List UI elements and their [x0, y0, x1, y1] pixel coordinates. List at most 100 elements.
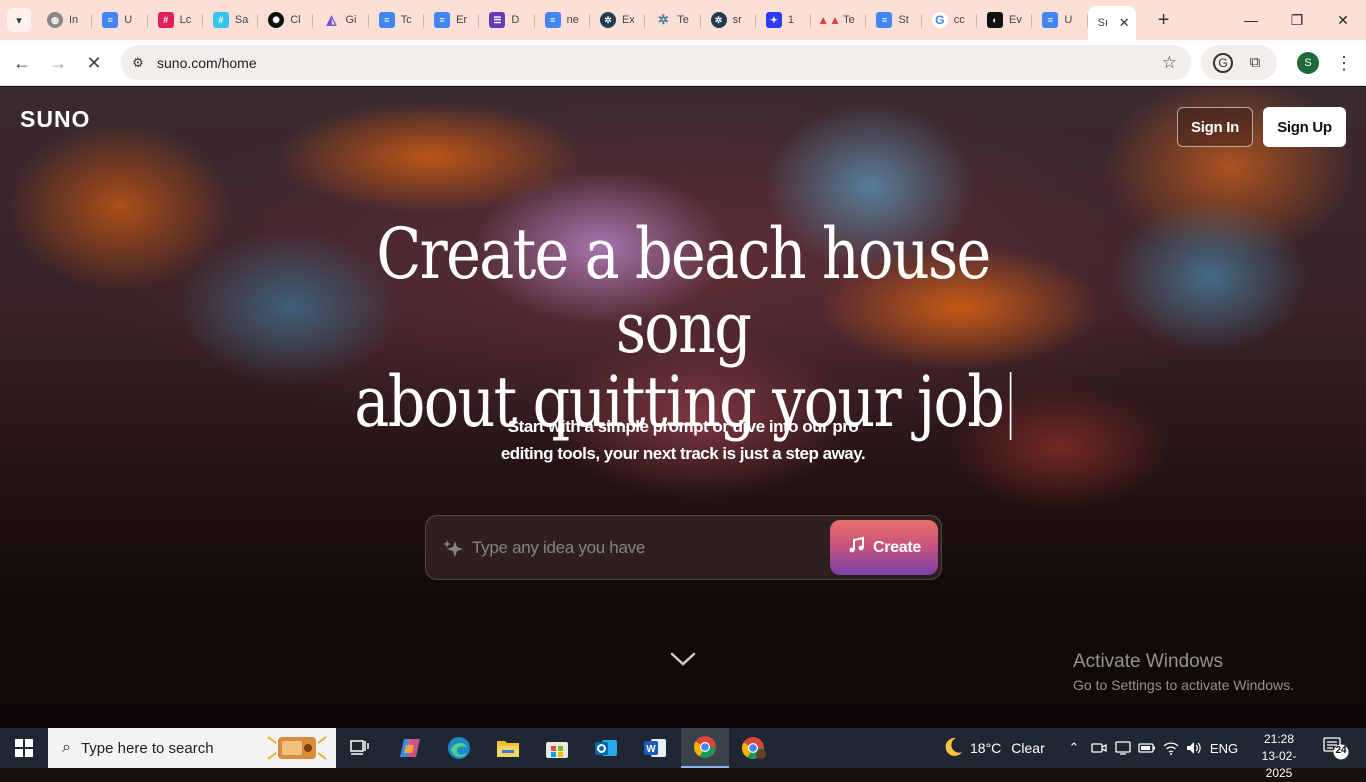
perplexity-icon: ✲: [599, 12, 616, 28]
sign-in-button[interactable]: Sign In: [1177, 107, 1253, 147]
browser-tab-strip: ▾ ◍ In ≡ U # Lc # Sa ✺ Cl ◭ Gi ≡ Tc ≡ Er ☰ D ≡ ne …: [0, 0, 1366, 40]
close-tab-icon[interactable]: ✕: [1119, 15, 1130, 31]
outlook-icon[interactable]: [582, 728, 630, 768]
create-button[interactable]: Create: [830, 520, 938, 575]
tab[interactable]: ≡ St: [866, 6, 922, 34]
tab[interactable]: ≡ U: [1032, 6, 1088, 34]
browser-menu-icon[interactable]: ⋮: [1334, 50, 1354, 76]
restore-icon[interactable]: ❐: [1274, 0, 1320, 40]
google-icon: G: [931, 12, 948, 28]
minimize-icon[interactable]: —: [1228, 0, 1274, 40]
search-icon: ⌕: [62, 739, 71, 756]
tab[interactable]: ◍ In: [37, 6, 93, 34]
extensions-puzzle-icon[interactable]: ⧉: [1245, 53, 1265, 73]
eclipse-icon: ◐: [987, 12, 1004, 28]
sign-up-button[interactable]: Sign Up: [1263, 107, 1346, 147]
scroll-down-chevron-icon[interactable]: [670, 649, 696, 669]
notification-center-icon[interactable]: 24: [1322, 736, 1350, 760]
back-button[interactable]: ←: [5, 46, 39, 80]
radio-widget-icon[interactable]: [264, 731, 330, 765]
clock-date: 13-02-2025: [1261, 749, 1297, 780]
battery-icon[interactable]: [1137, 728, 1157, 768]
suno-home-page: SUNO Sign In Sign Up Create a beach hous…: [0, 87, 1366, 728]
subtext-line-2: editing tools, your next track is just a…: [500, 444, 866, 463]
tab-label: Ev: [1009, 14, 1022, 26]
file-explorer-icon[interactable]: [484, 728, 532, 768]
moon-icon: [942, 736, 964, 761]
song-idea-input[interactable]: [472, 534, 822, 562]
tab-label: In: [69, 14, 79, 26]
new-tab-button[interactable]: +: [1150, 6, 1178, 34]
tab[interactable]: ☰ D: [479, 6, 535, 34]
volume-icon[interactable]: [1184, 728, 1204, 768]
address-bar[interactable]: ⚙ suno.com/home ☆: [121, 45, 1191, 80]
tab[interactable]: ✺ Cl: [258, 6, 314, 34]
taskbar-search-box[interactable]: ⌕ Type here to search: [48, 728, 336, 768]
tab[interactable]: ≡ U: [92, 6, 148, 34]
tab[interactable]: ◐ Ev: [977, 6, 1033, 34]
gamma-icon: ◭: [326, 12, 337, 27]
tab[interactable]: ✲ Te: [645, 6, 701, 34]
tab[interactable]: ✦ 1: [756, 6, 812, 34]
close-window-icon[interactable]: ✕: [1320, 0, 1366, 40]
hero-headline: Create a beach house song about quitting…: [305, 217, 1061, 440]
stop-loading-button[interactable]: ✕: [77, 46, 111, 80]
tab-label: U: [124, 14, 133, 26]
create-button-label: Create: [872, 538, 921, 556]
tab-label: Tc: [400, 14, 412, 26]
tab[interactable]: ≡ Tc: [369, 6, 425, 34]
headline-line-1: Create a beach house song: [376, 213, 991, 369]
tab-search-dropdown-icon[interactable]: ▾: [7, 8, 31, 32]
tab[interactable]: ✲ Ex: [590, 6, 646, 34]
windows-start-icon[interactable]: [0, 728, 48, 768]
language-indicator[interactable]: ENG: [1208, 728, 1240, 768]
tab-label: 1: [787, 14, 794, 26]
tab[interactable]: ≡ ne: [535, 6, 590, 34]
task-view-icon[interactable]: [336, 728, 384, 768]
bookmark-star-icon[interactable]: ☆: [1162, 53, 1177, 73]
perplexity-icon: ✲: [657, 12, 669, 27]
weather-widget[interactable]: 18°C Clear: [942, 728, 1045, 768]
notification-count-badge: 24: [1335, 745, 1347, 756]
grammarly-icon[interactable]: G: [1213, 52, 1233, 73]
tab[interactable]: Gcc: [922, 6, 978, 34]
slack-icon: #: [212, 12, 229, 28]
taskbar-search-placeholder: Type here to search: [80, 739, 214, 757]
microsoft-store-icon[interactable]: [533, 728, 581, 768]
chrome-icon[interactable]: [681, 728, 729, 768]
wifi-icon[interactable]: [1161, 728, 1181, 768]
subtext-line-1: Start with a simple prompt or dive into …: [507, 417, 859, 436]
forward-button[interactable]: →: [41, 46, 75, 80]
tab[interactable]: ▲▲ Te: [811, 6, 867, 34]
tab-label: Er: [456, 14, 468, 26]
clock-time: 21:28: [1263, 732, 1295, 746]
tab-label: St: [898, 14, 909, 26]
meet-now-icon[interactable]: [1089, 728, 1109, 768]
chrome-profile-icon[interactable]: [730, 728, 778, 768]
word-icon[interactable]: W: [631, 728, 679, 768]
tab-list: ◍ In ≡ U # Lc # Sa ✺ Cl ◭ Gi ≡ Tc ≡ Er ☰ D ≡ ne ✲ E…: [37, 0, 1136, 40]
display-icon[interactable]: [1113, 728, 1133, 768]
music-note-icon: [847, 536, 865, 559]
copilot-icon[interactable]: [386, 728, 434, 768]
activate-windows-subtitle: Go to Settings to activate Windows.: [1073, 677, 1294, 693]
edge-browser-icon[interactable]: [435, 728, 483, 768]
tab-active[interactable]: Sı ✕: [1087, 6, 1136, 40]
tab[interactable]: ✲ sr: [701, 6, 756, 34]
sparkle-icon: [442, 538, 464, 560]
tab[interactable]: ≡ Er: [424, 6, 480, 34]
url-text[interactable]: suno.com/home: [157, 55, 257, 71]
typing-caret: [1009, 372, 1012, 440]
tab[interactable]: # Lc: [148, 6, 203, 34]
perplexity-icon: ✲: [710, 12, 727, 28]
system-clock[interactable]: 21:28 13-02-2025: [1250, 731, 1308, 782]
hero-subtext: Start with a simple prompt or dive into …: [433, 413, 933, 467]
tab[interactable]: ◭ Gi: [313, 6, 369, 34]
suno-logo[interactable]: SUNO: [20, 106, 90, 133]
profile-avatar[interactable]: S: [1297, 52, 1319, 74]
tab[interactable]: # Sa: [203, 6, 259, 34]
tab-label: sr: [732, 14, 742, 26]
show-hidden-icons-chevron-icon[interactable]: ⌃: [1064, 728, 1084, 768]
site-info-icon[interactable]: ⚙: [123, 48, 153, 78]
globe-icon: ◍: [47, 12, 63, 28]
